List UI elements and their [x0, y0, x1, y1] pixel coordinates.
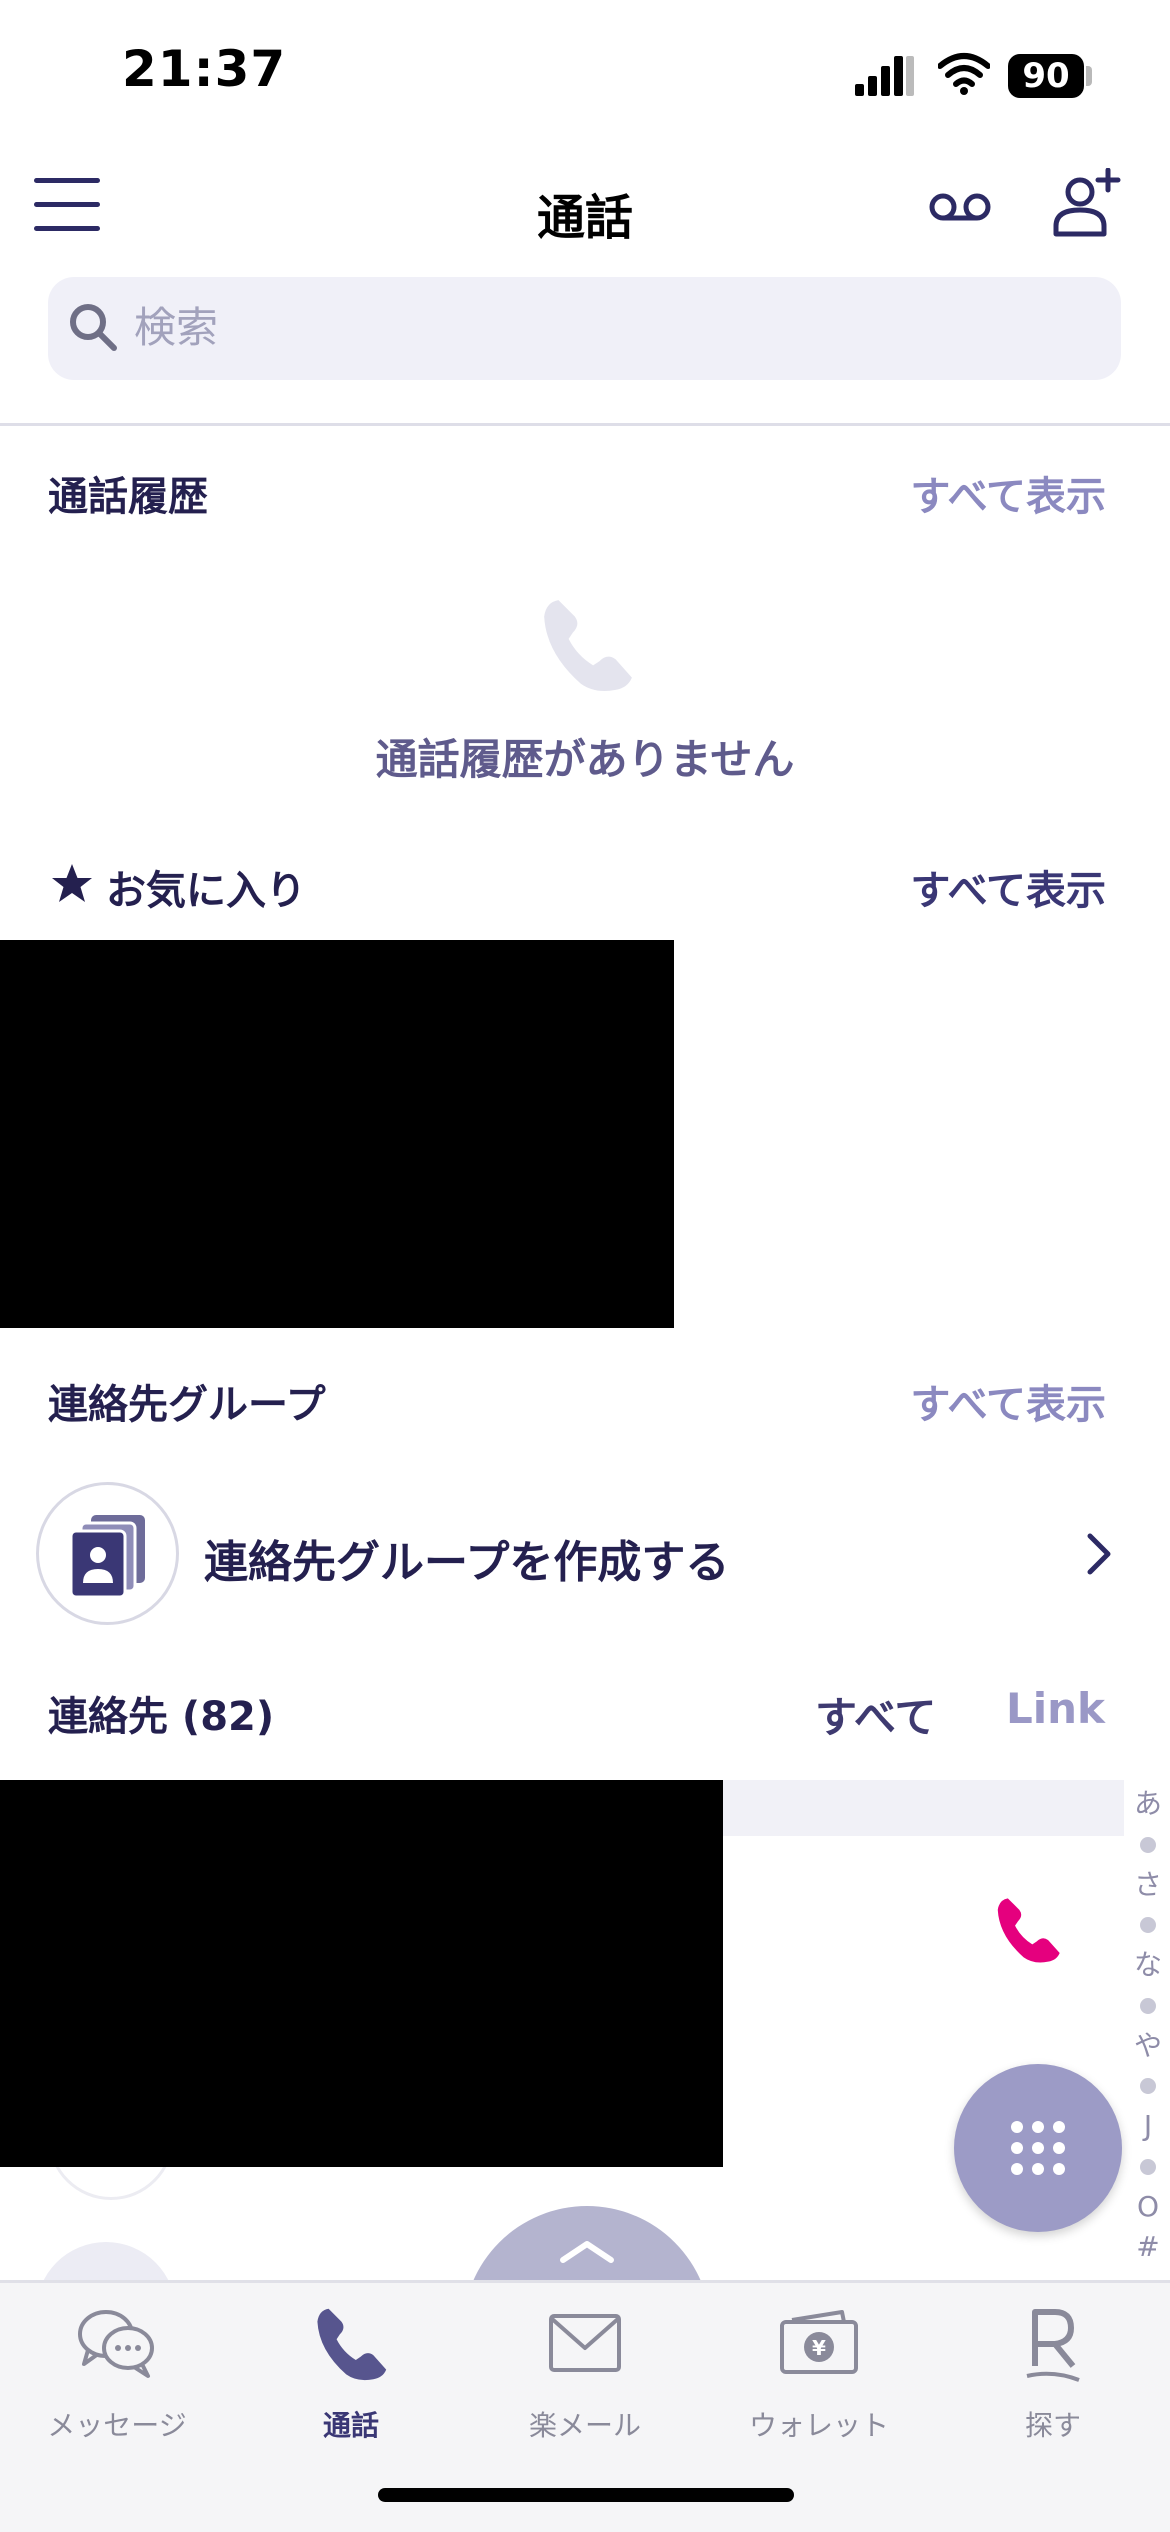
contacts-title: 連絡先 (82) [48, 1694, 275, 1740]
call-button-icon[interactable] [992, 1894, 1064, 1966]
voicemail-icon[interactable] [928, 183, 992, 231]
wifi-icon [938, 53, 990, 95]
nav-wallet-label: ウォレット [748, 2409, 889, 2442]
svg-text:¥: ¥ [812, 2336, 826, 2360]
nav-search-label: 探す [1024, 2409, 1081, 2442]
favorites-title: お気に入り [106, 868, 306, 914]
index-dot [1140, 2078, 1156, 2094]
star-icon [52, 864, 92, 902]
contact-group-avatar[interactable] [36, 1482, 179, 1625]
phone-icon [317, 2308, 387, 2381]
wallet-icon: ¥ [780, 2310, 858, 2374]
status-time: 21:37 [122, 40, 287, 98]
nav-mail-label: 楽メール [528, 2409, 641, 2442]
chevron-up-icon [560, 2241, 614, 2263]
index-letter[interactable]: # [1132, 2227, 1164, 2268]
nav-search[interactable]: 探す [936, 2294, 1170, 2444]
index-letter[interactable]: や [1132, 2026, 1164, 2067]
home-indicator [378, 2488, 794, 2502]
index-letter[interactable]: あ [1132, 1784, 1164, 1825]
tab-all[interactable]: すべて [815, 1684, 936, 1745]
dialpad-button[interactable] [954, 2064, 1122, 2232]
header-divider [0, 423, 1170, 426]
dialpad-icon [1011, 2121, 1065, 2175]
mail-icon [549, 2314, 621, 2372]
search-icon [70, 304, 117, 351]
contact-groups-show-all[interactable]: すべて表示 [910, 1372, 1106, 1430]
nav-messages[interactable]: メッセージ [0, 2294, 234, 2444]
nav-calls-label: 通話 [322, 2409, 379, 2442]
battery-indicator: 90 [1008, 54, 1084, 98]
call-history-title: 通話履歴 [48, 474, 208, 520]
create-group-label[interactable]: 連絡先グループを作成する [204, 1526, 729, 1590]
nav-messages-label: メッセージ [47, 2409, 187, 2442]
nav-wallet[interactable]: ¥ ウォレット [702, 2294, 936, 2444]
index-dot [1140, 2158, 1156, 2175]
index-dot [1140, 1997, 1156, 2014]
call-history-empty: 通話履歴がありません [375, 735, 795, 784]
index-dot [1140, 1836, 1156, 1853]
message-bubbles-icon [78, 2310, 154, 2378]
index-letter[interactable]: さ [1132, 1865, 1164, 1906]
index-letter[interactable]: な [1132, 1945, 1164, 1986]
cellular-signal-icon [855, 56, 914, 96]
contact-group-icon [69, 1515, 145, 1599]
index-dot [1140, 1917, 1156, 1933]
phone-icon [544, 600, 632, 692]
redacted-favorites [0, 940, 674, 1328]
contact-groups-title: 連絡先グループ [48, 1382, 326, 1428]
index-letter[interactable]: J [1132, 2106, 1164, 2147]
alphabet-index[interactable]: あ さ な や J O # [1132, 1784, 1164, 2264]
call-history-show-all[interactable]: すべて表示 [910, 464, 1106, 522]
chevron-right-icon[interactable] [1082, 1530, 1116, 1578]
page-title: 通話 [536, 190, 633, 246]
nav-mail[interactable]: 楽メール [468, 2294, 702, 2444]
add-contact-icon[interactable] [1050, 168, 1122, 240]
search-input[interactable] [134, 292, 1034, 362]
tab-link[interactable]: Link [1006, 1684, 1105, 1733]
nav-calls[interactable]: 通話 [234, 2294, 468, 2444]
rakuten-r-icon [1026, 2309, 1080, 2382]
favorites-show-all[interactable]: すべて表示 [910, 858, 1106, 916]
redacted-contacts [0, 1780, 723, 2167]
index-letter[interactable]: O [1132, 2187, 1164, 2228]
battery-tip [1086, 66, 1092, 86]
